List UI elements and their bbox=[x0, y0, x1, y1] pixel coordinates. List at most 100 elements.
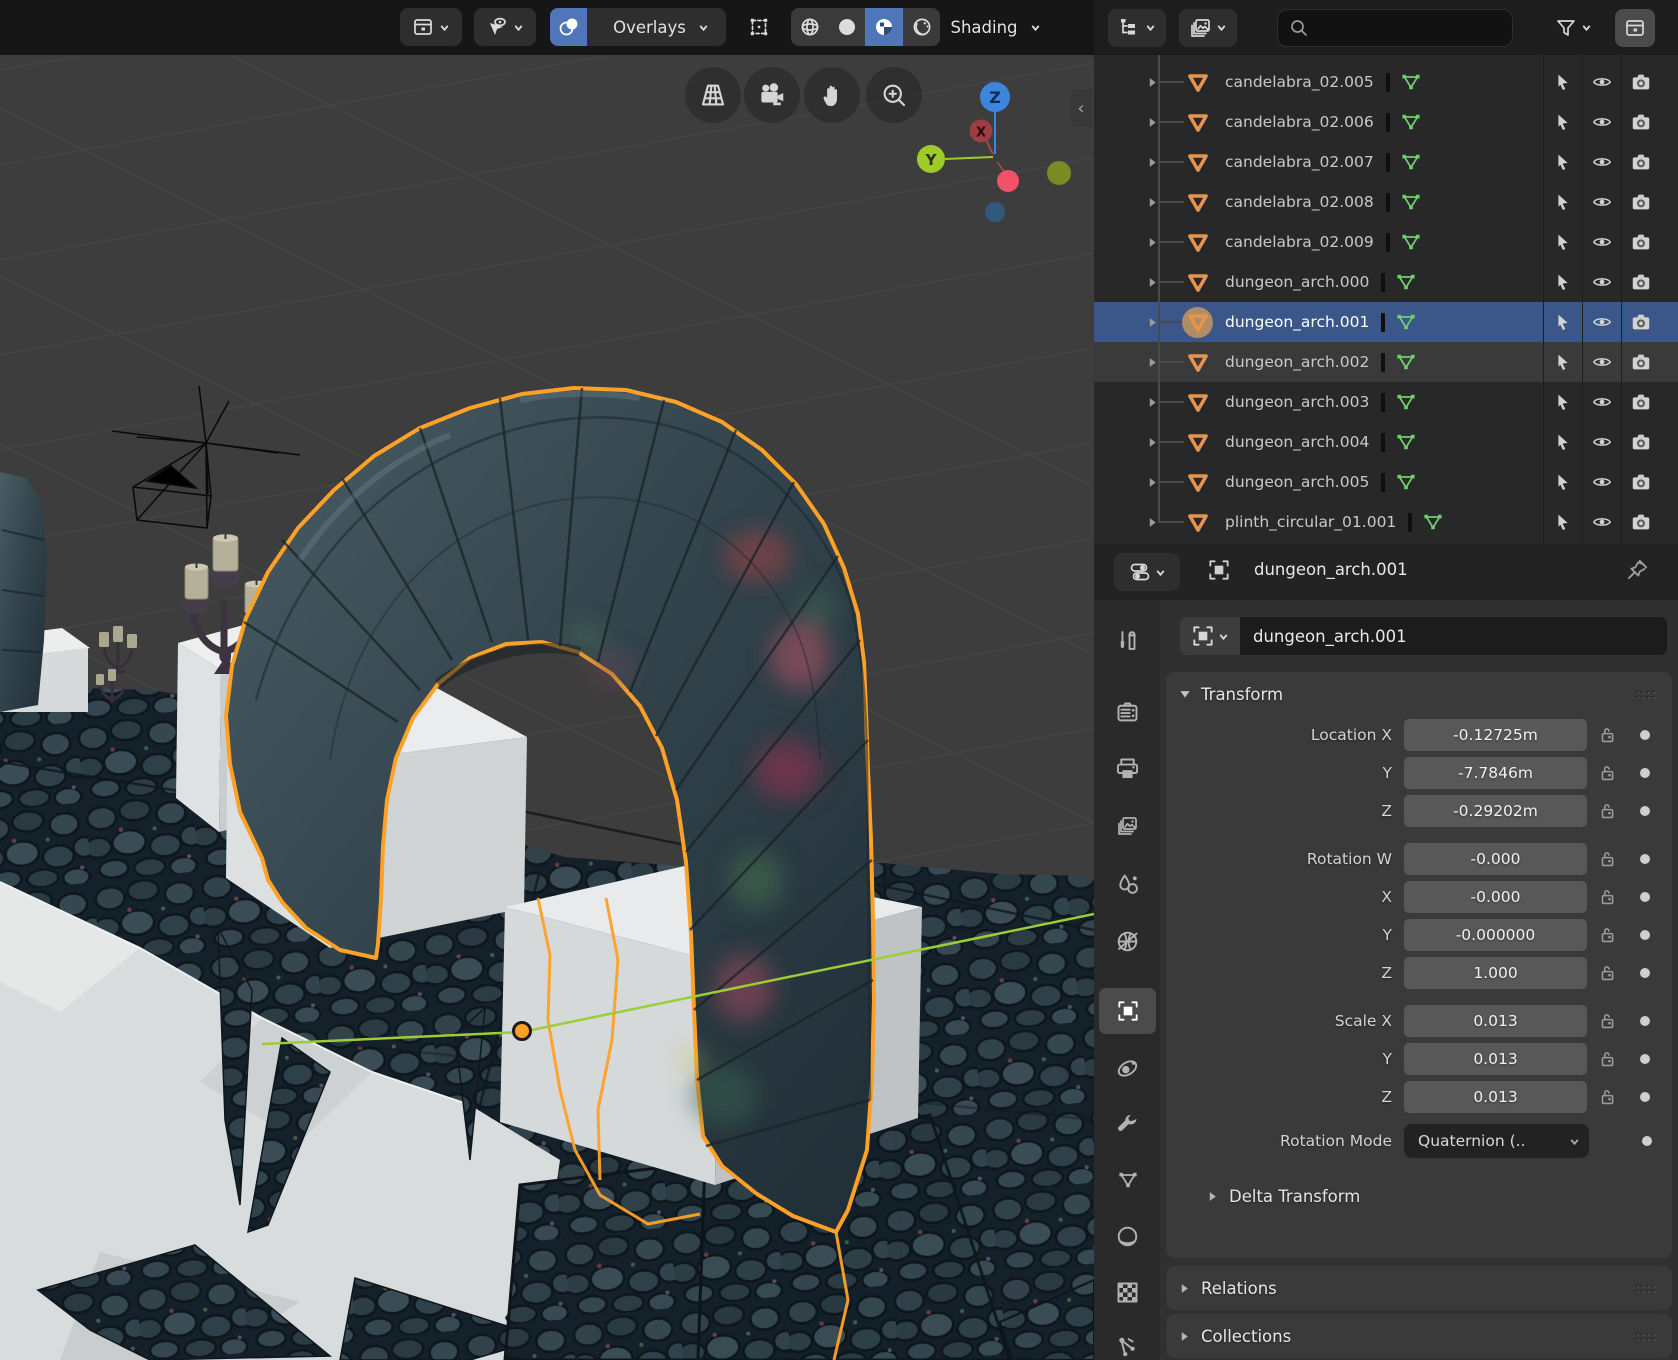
selectable-toggle[interactable] bbox=[1543, 422, 1582, 462]
expand-arrow-icon[interactable] bbox=[1146, 76, 1162, 89]
render-visibility-toggle[interactable] bbox=[1621, 62, 1660, 102]
pin-icon[interactable] bbox=[1624, 557, 1650, 583]
axis-neg-z-ball[interactable] bbox=[985, 202, 1005, 222]
lock-icon[interactable] bbox=[1597, 1048, 1619, 1070]
render-visibility-toggle[interactable] bbox=[1621, 422, 1660, 462]
expand-arrow-icon[interactable] bbox=[1146, 116, 1162, 129]
pan-view-button[interactable] bbox=[804, 67, 860, 123]
number-field[interactable]: -0.000 bbox=[1404, 843, 1587, 875]
outliner-row[interactable]: dungeon_arch.002 bbox=[1094, 342, 1678, 382]
xray-toggle[interactable] bbox=[740, 8, 778, 46]
outliner-search[interactable] bbox=[1277, 9, 1513, 47]
tab-render[interactable] bbox=[1099, 689, 1156, 735]
tab-particles[interactable] bbox=[1099, 1323, 1156, 1360]
number-field[interactable]: -0.12725m bbox=[1404, 719, 1587, 751]
expand-arrow-icon[interactable] bbox=[1146, 236, 1162, 249]
shading-rendered-button[interactable] bbox=[903, 8, 940, 46]
visibility-toggle[interactable] bbox=[1582, 422, 1621, 462]
arch-fragment-left[interactable] bbox=[0, 472, 47, 712]
render-visibility-toggle[interactable] bbox=[1621, 462, 1660, 502]
tab-material[interactable] bbox=[1099, 1213, 1156, 1259]
selectable-toggle[interactable] bbox=[1543, 342, 1582, 382]
selectable-toggle[interactable] bbox=[1543, 502, 1582, 542]
render-visibility-toggle[interactable] bbox=[1621, 182, 1660, 222]
render-visibility-toggle[interactable] bbox=[1621, 382, 1660, 422]
object-id-dropdown[interactable] bbox=[1180, 617, 1240, 655]
render-visibility-toggle[interactable] bbox=[1621, 102, 1660, 142]
outliner-row[interactable]: dungeon_arch.004 bbox=[1094, 422, 1678, 462]
selectable-toggle[interactable] bbox=[1543, 382, 1582, 422]
selectable-toggle[interactable] bbox=[1543, 142, 1582, 182]
visibility-toggle[interactable] bbox=[1582, 142, 1621, 182]
selectable-toggle[interactable] bbox=[1543, 302, 1582, 342]
selectable-toggle[interactable] bbox=[1543, 462, 1582, 502]
3d-viewport[interactable]: Overlays Shading Z X bbox=[0, 0, 1094, 1360]
panel-drag-handle[interactable] bbox=[1632, 686, 1658, 703]
selectable-toggle[interactable] bbox=[1543, 222, 1582, 262]
lock-icon[interactable] bbox=[1597, 724, 1619, 746]
expand-arrow-icon[interactable] bbox=[1146, 516, 1162, 529]
render-visibility-toggle[interactable] bbox=[1621, 342, 1660, 382]
camera-view-button[interactable] bbox=[744, 67, 800, 123]
outliner-row[interactable]: candelabra_02.009 bbox=[1094, 222, 1678, 262]
render-visibility-toggle[interactable] bbox=[1621, 302, 1660, 342]
keyframe-dot[interactable] bbox=[1640, 968, 1650, 978]
lock-icon[interactable] bbox=[1597, 1010, 1619, 1032]
transform-panel-header[interactable]: Transform bbox=[1166, 672, 1672, 716]
keyframe-dot[interactable] bbox=[1640, 730, 1650, 740]
collections-panel[interactable]: Collections bbox=[1166, 1314, 1672, 1358]
tab-scene[interactable] bbox=[1099, 861, 1156, 907]
outliner-row[interactable]: dungeon_arch.003 bbox=[1094, 382, 1678, 422]
object-visibility-dropdown[interactable] bbox=[400, 8, 462, 46]
tab-texture[interactable] bbox=[1099, 1269, 1156, 1315]
delta-transform-header[interactable]: Delta Transform bbox=[1166, 1176, 1672, 1216]
render-visibility-toggle[interactable] bbox=[1621, 142, 1660, 182]
outliner-options-button[interactable] bbox=[1615, 9, 1655, 47]
gizmos-toggle[interactable] bbox=[550, 8, 587, 46]
tab-output[interactable] bbox=[1099, 745, 1156, 791]
axis-orientation-gizmo[interactable]: Z X Y bbox=[905, 70, 1080, 230]
keyframe-dot[interactable] bbox=[1640, 1016, 1650, 1026]
expand-arrow-icon[interactable] bbox=[1146, 196, 1162, 209]
expand-arrow-icon[interactable] bbox=[1146, 316, 1162, 329]
shading-wireframe-button[interactable] bbox=[791, 8, 828, 46]
shading-dropdown[interactable]: Shading bbox=[948, 8, 1044, 46]
visibility-toggle[interactable] bbox=[1582, 102, 1621, 142]
panel-drag-handle[interactable] bbox=[1632, 1280, 1658, 1297]
visibility-toggle[interactable] bbox=[1582, 182, 1621, 222]
expand-arrow-icon[interactable] bbox=[1146, 396, 1162, 409]
keyframe-dot[interactable] bbox=[1640, 930, 1650, 940]
number-field[interactable]: -0.29202m bbox=[1404, 795, 1587, 827]
keyframe-dot[interactable] bbox=[1640, 892, 1650, 902]
search-input[interactable] bbox=[1311, 18, 1495, 38]
expand-arrow-icon[interactable] bbox=[1146, 436, 1162, 449]
filter-dropdown[interactable] bbox=[1547, 9, 1599, 47]
number-field[interactable]: 0.013 bbox=[1404, 1043, 1587, 1075]
relations-panel[interactable]: Relations bbox=[1166, 1266, 1672, 1310]
selectable-toggle[interactable] bbox=[1543, 102, 1582, 142]
number-field[interactable]: 1.000 bbox=[1404, 957, 1587, 989]
region-collapse-arrow[interactable]: ‹ bbox=[1070, 90, 1092, 126]
toggle-perspective-button[interactable] bbox=[685, 67, 741, 123]
lock-icon[interactable] bbox=[1597, 762, 1619, 784]
expand-arrow-icon[interactable] bbox=[1146, 156, 1162, 169]
tab-modifiers[interactable] bbox=[1099, 1101, 1156, 1147]
visibility-toggle[interactable] bbox=[1582, 382, 1621, 422]
tab-tool[interactable] bbox=[1099, 617, 1156, 663]
properties-display-dropdown[interactable] bbox=[1114, 553, 1180, 591]
outliner-display-mode-dropdown[interactable] bbox=[1108, 9, 1166, 47]
axis-neg-y-ball[interactable] bbox=[1047, 161, 1071, 185]
object-name-field[interactable]: dungeon_arch.001 bbox=[1240, 617, 1667, 655]
shading-solid-button[interactable] bbox=[828, 8, 865, 46]
visibility-toggle[interactable] bbox=[1582, 62, 1621, 102]
keyframe-dot[interactable] bbox=[1640, 768, 1650, 778]
outliner-row[interactable]: candelabra_02.005 bbox=[1094, 62, 1678, 102]
number-field[interactable]: -0.000000 bbox=[1404, 919, 1587, 951]
visibility-toggle[interactable] bbox=[1582, 302, 1621, 342]
number-field[interactable]: 0.013 bbox=[1404, 1081, 1587, 1113]
shading-material-button[interactable] bbox=[865, 8, 903, 46]
outliner-row[interactable]: dungeon_arch.000 bbox=[1094, 262, 1678, 302]
tab-object-data[interactable] bbox=[1099, 1157, 1156, 1203]
visibility-toggle[interactable] bbox=[1582, 462, 1621, 502]
selectable-toggle[interactable] bbox=[1543, 262, 1582, 302]
